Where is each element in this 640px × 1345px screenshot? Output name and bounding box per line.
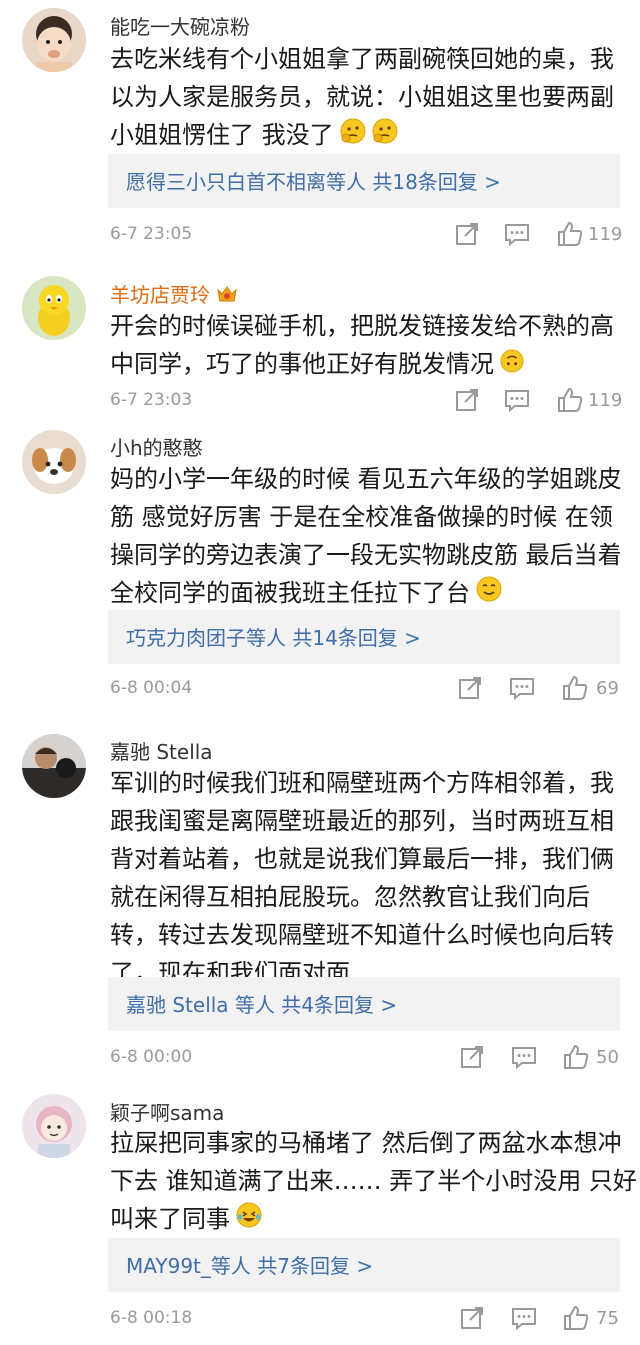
reply-summary[interactable]: MAY99t_等人 共7条回复 > — [108, 1238, 620, 1292]
thumbs-up-icon[interactable] — [556, 386, 584, 414]
comment-text: 开会的时候误碰手机，把脱发链接发给不熟的高 中同学，巧了的事他正好有脱发情况 — [110, 307, 622, 384]
comment-icon[interactable] — [510, 1043, 538, 1071]
comment-icon[interactable] — [503, 220, 531, 248]
comment-text: 拉屎把同事家的马桶堵了 然后倒了两盆水本想冲 下去 谁知道满了出来…… 弄了半个… — [110, 1124, 637, 1239]
user-name[interactable]: 羊坊店贾玲 — [110, 279, 238, 309]
reply-link[interactable]: MAY99t_等人 共7条回复 > — [126, 1250, 373, 1279]
timestamp: 6-8 00:04 — [110, 678, 193, 698]
comment-line: 背对着站着，也就是说我们算最后一排，我们俩 — [110, 845, 614, 873]
comment-line: 筋 感觉好厉害 于是在全校准备做操的时候 在领 — [110, 503, 613, 531]
share-icon[interactable] — [458, 1304, 486, 1332]
vip-badge-icon — [216, 284, 238, 309]
user-name[interactable]: 小h的憨憨 — [110, 432, 203, 461]
like-count: 119 — [588, 390, 623, 411]
timestamp: 6-8 00:18 — [110, 1308, 193, 1328]
reply-link[interactable]: 巧克力肉团子等人 共14条回复 > — [126, 622, 421, 651]
comment-meta: 6-8 00:04 69 — [110, 674, 622, 706]
share-icon[interactable] — [456, 674, 484, 702]
comment-line: 以为人家是服务员，就说：小姐姐这里也要两副 — [110, 83, 614, 111]
like-count: 75 — [596, 1308, 619, 1329]
avatar[interactable] — [22, 8, 86, 72]
comment-line: 军训的时候我们班和隔壁班两个方阵相邻着，我 — [110, 769, 614, 797]
like-count: 50 — [596, 1047, 619, 1068]
like-count: 119 — [588, 224, 623, 245]
share-icon[interactable] — [453, 386, 481, 414]
comment-meta: 6-8 00:18 75 — [110, 1304, 622, 1336]
thumbs-up-icon[interactable] — [562, 1043, 590, 1071]
reply-link[interactable]: 愿得三小只白首不相离等人 共18条回复 > — [126, 166, 501, 195]
comment-line: 转，转过去发现隔壁班不知道什么时候也向后转 — [110, 921, 614, 949]
comment-meta: 6-7 23:03 119 — [110, 386, 622, 418]
avatar[interactable] — [22, 430, 86, 494]
comment-line: 下去 谁知道满了出来…… 弄了半个小时没用 只好 — [110, 1167, 637, 1195]
share-icon[interactable] — [453, 220, 481, 248]
comment-icon[interactable] — [508, 674, 536, 702]
comment-icon[interactable] — [510, 1304, 538, 1332]
comment-line: 操同学的旁边表演了一段无实物跳皮筋 最后当着 — [110, 541, 622, 569]
share-icon[interactable] — [458, 1043, 486, 1071]
comment-icon[interactable] — [503, 386, 531, 414]
comment-line: 小姐姐愣住了 我没了 — [110, 116, 622, 155]
smile-emoji-icon — [476, 575, 502, 613]
comment-line: 就在闲得互相拍屁股玩。忽然教官让我们向后 — [110, 883, 590, 911]
comment-line: 跟我闺蜜是离隔壁班最近的那列，当时两班互相 — [110, 807, 614, 835]
comment-text: 军训的时候我们班和隔壁班两个方阵相邻着，我 跟我闺蜜是离隔壁班最近的那列，当时两… — [110, 764, 622, 992]
timestamp: 6-7 23:03 — [110, 390, 193, 410]
user-name[interactable]: 颖子啊sama — [110, 1097, 224, 1126]
avatar[interactable] — [22, 276, 86, 340]
comment-line: 叫来了同事 — [110, 1200, 622, 1239]
comment-line: 去吃米线有个小姐姐拿了两副碗筷回她的桌，我 — [110, 45, 614, 73]
reply-link[interactable]: 嘉驰 Stella 等人 共4条回复 > — [126, 989, 397, 1018]
comment-line: 开会的时候误碰手机，把脱发链接发给不熟的高 — [110, 312, 614, 340]
comment-line: 妈的小学一年级的时候 看见五六年级的学姐跳皮 — [110, 465, 622, 493]
timestamp: 6-8 00:00 — [110, 1047, 193, 1067]
laughing-tears-emoji-icon — [236, 1201, 262, 1239]
thinking-emoji-icon — [372, 117, 398, 155]
timestamp: 6-7 23:05 — [110, 224, 193, 244]
comment-text: 妈的小学一年级的时候 看见五六年级的学姐跳皮 筋 感觉好厉害 于是在全校准备做操… — [110, 460, 622, 613]
comment-text: 去吃米线有个小姐姐拿了两副碗筷回她的桌，我 以为人家是服务员，就说：小姐姐这里也… — [110, 40, 622, 155]
thumbs-up-icon[interactable] — [561, 674, 589, 702]
thumbs-up-icon[interactable] — [556, 220, 584, 248]
avatar[interactable] — [22, 1094, 86, 1158]
reply-summary[interactable]: 愿得三小只白首不相离等人 共18条回复 > — [108, 154, 620, 208]
thinking-emoji-icon — [340, 117, 366, 155]
user-name[interactable]: 嘉驰 Stella — [110, 736, 213, 765]
comment-line: 中同学，巧了的事他正好有脱发情况 — [110, 345, 622, 384]
comment-meta: 6-7 23:05 119 — [110, 220, 622, 252]
comment-meta: 6-8 00:00 50 — [110, 1043, 622, 1075]
avatar[interactable] — [22, 734, 86, 798]
user-name[interactable]: 能吃一大碗凉粉 — [110, 11, 250, 40]
reply-summary[interactable]: 巧克力肉团子等人 共14条回复 > — [108, 610, 620, 664]
reply-summary[interactable]: 嘉驰 Stella 等人 共4条回复 > — [108, 977, 620, 1031]
comment-line: 拉屎把同事家的马桶堵了 然后倒了两盆水本想冲 — [110, 1129, 622, 1157]
upside-down-emoji-icon — [500, 346, 524, 384]
like-count: 69 — [596, 678, 619, 699]
comment-line: 全校同学的面被我班主任拉下了台 — [110, 574, 622, 613]
thumbs-up-icon[interactable] — [562, 1304, 590, 1332]
